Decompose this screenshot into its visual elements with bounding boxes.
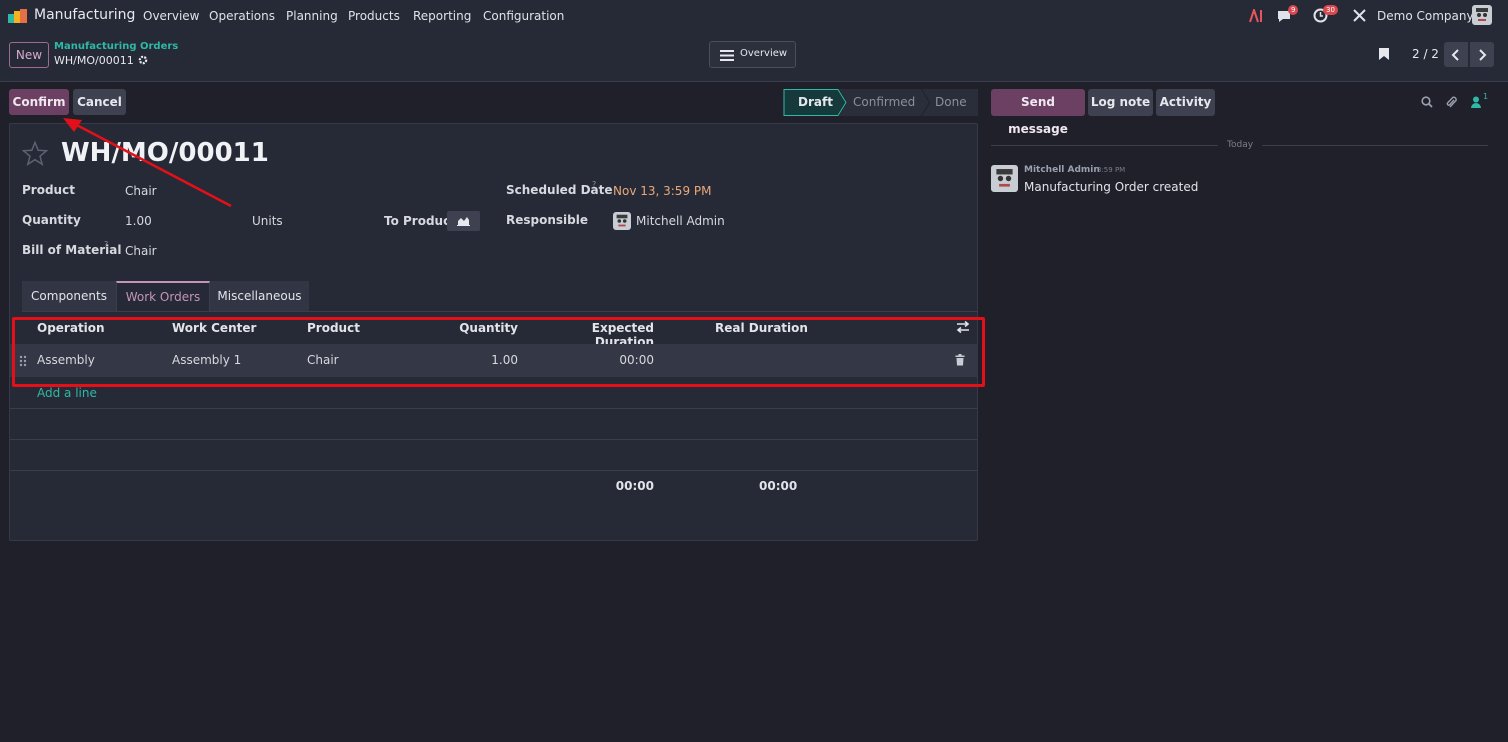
status-draft[interactable]: Draft (798, 95, 833, 109)
quantity-field[interactable]: 1.00 (125, 214, 152, 228)
status-bar: Draft Confirmed Done (783, 89, 978, 116)
menu-configuration[interactable]: Configuration (483, 9, 564, 23)
followers-icon[interactable] (1471, 96, 1481, 108)
bookmark-icon[interactable] (1378, 47, 1390, 61)
scheduled-date-label: Scheduled Date (506, 183, 613, 197)
activities-badge: 30 (1323, 5, 1338, 15)
overview-label: Overview (740, 48, 788, 59)
message-body: Manufacturing Order created (1024, 180, 1199, 194)
row-divider (10, 470, 978, 471)
pager-previous-button[interactable] (1444, 42, 1468, 67)
message-author-avatar[interactable] (991, 165, 1018, 192)
row-divider (10, 408, 978, 409)
followers-count: 1 (1483, 92, 1489, 101)
send-message-button[interactable]: Send message (991, 89, 1085, 136)
top-navbar: Manufacturing Overview Operations Planni… (0, 0, 1508, 32)
paperclip-icon[interactable] (1445, 95, 1457, 109)
app-name[interactable]: Manufacturing (34, 7, 135, 23)
add-a-line-link[interactable]: Add a line (37, 386, 97, 400)
row-divider (10, 439, 978, 440)
overview-button[interactable]: Overview (709, 41, 796, 68)
date-separator-line (1262, 145, 1488, 146)
responsible-field[interactable]: Mitchell Admin (636, 214, 725, 228)
pager-next-button[interactable] (1470, 42, 1494, 67)
uom-field[interactable]: Units (252, 214, 283, 228)
status-confirmed[interactable]: Confirmed (853, 95, 915, 109)
menu-overview[interactable]: Overview (143, 9, 200, 23)
status-done[interactable]: Done (935, 95, 967, 109)
avatar-face-icon (616, 214, 628, 227)
tab-miscellaneous[interactable]: Miscellaneous (210, 281, 309, 311)
tabs-divider (22, 311, 978, 312)
user-avatar[interactable] (1472, 5, 1492, 25)
messages-badge: 9 (1288, 5, 1299, 15)
menu-products[interactable]: Products (348, 9, 400, 23)
chevron-right-icon (1479, 49, 1487, 61)
date-separator: Today (1227, 140, 1254, 150)
menu-planning[interactable]: Planning (286, 9, 338, 23)
log-note-button[interactable]: Log note (1088, 89, 1153, 116)
responsible-avatar (613, 212, 631, 230)
bom-field[interactable]: Chair (125, 244, 157, 258)
activity-button[interactable]: Activity (1156, 89, 1215, 116)
forecast-report-button[interactable] (447, 211, 480, 231)
pager-value[interactable]: 2 / 2 (1412, 47, 1439, 61)
manufacturing-app-icon[interactable] (8, 9, 28, 23)
responsible-label: Responsible (506, 213, 588, 227)
date-separator-line (991, 145, 1218, 146)
scheduled-date-help-icon[interactable]: ? (592, 180, 596, 189)
hamburger-icon (720, 50, 734, 61)
highlight-box (12, 317, 985, 387)
tab-work-orders[interactable]: Work Orders (116, 281, 210, 311)
menu-reporting[interactable]: Reporting (413, 9, 471, 23)
search-icon[interactable] (1421, 96, 1433, 108)
annotation-arrow (63, 118, 232, 208)
total-real-duration: 00:00 (759, 479, 798, 493)
breadcrumb-manufacturing-orders[interactable]: Manufacturing Orders (54, 41, 178, 52)
avatar-face-icon (996, 169, 1013, 187)
company-name[interactable]: Demo Company (1377, 9, 1474, 23)
total-expected-duration: 00:00 (615, 479, 654, 493)
menu-operations[interactable]: Operations (209, 9, 275, 23)
chevron-left-icon (1451, 49, 1459, 61)
control-panel: New Manufacturing Orders WH/MO/00011 Ove… (0, 32, 1508, 82)
scheduled-date-field[interactable]: Nov 13, 3:59 PM (613, 184, 711, 198)
ai-icon[interactable] (1249, 9, 1265, 23)
message-author[interactable]: Mitchell Admin (1024, 165, 1100, 175)
gear-icon[interactable] (138, 55, 148, 65)
message-time: 3:59 PM (1097, 166, 1126, 174)
breadcrumb-current-record: WH/MO/00011 (54, 54, 134, 67)
tab-components[interactable]: Components (22, 281, 116, 311)
area-chart-icon (457, 217, 470, 226)
avatar-face-icon (1476, 8, 1488, 21)
quantity-label: Quantity (22, 213, 81, 227)
switch-company-icon[interactable] (1353, 9, 1366, 22)
new-button[interactable]: New (9, 42, 49, 68)
star-icon[interactable] (22, 141, 48, 166)
bom-help-icon[interactable]: ? (104, 240, 108, 249)
